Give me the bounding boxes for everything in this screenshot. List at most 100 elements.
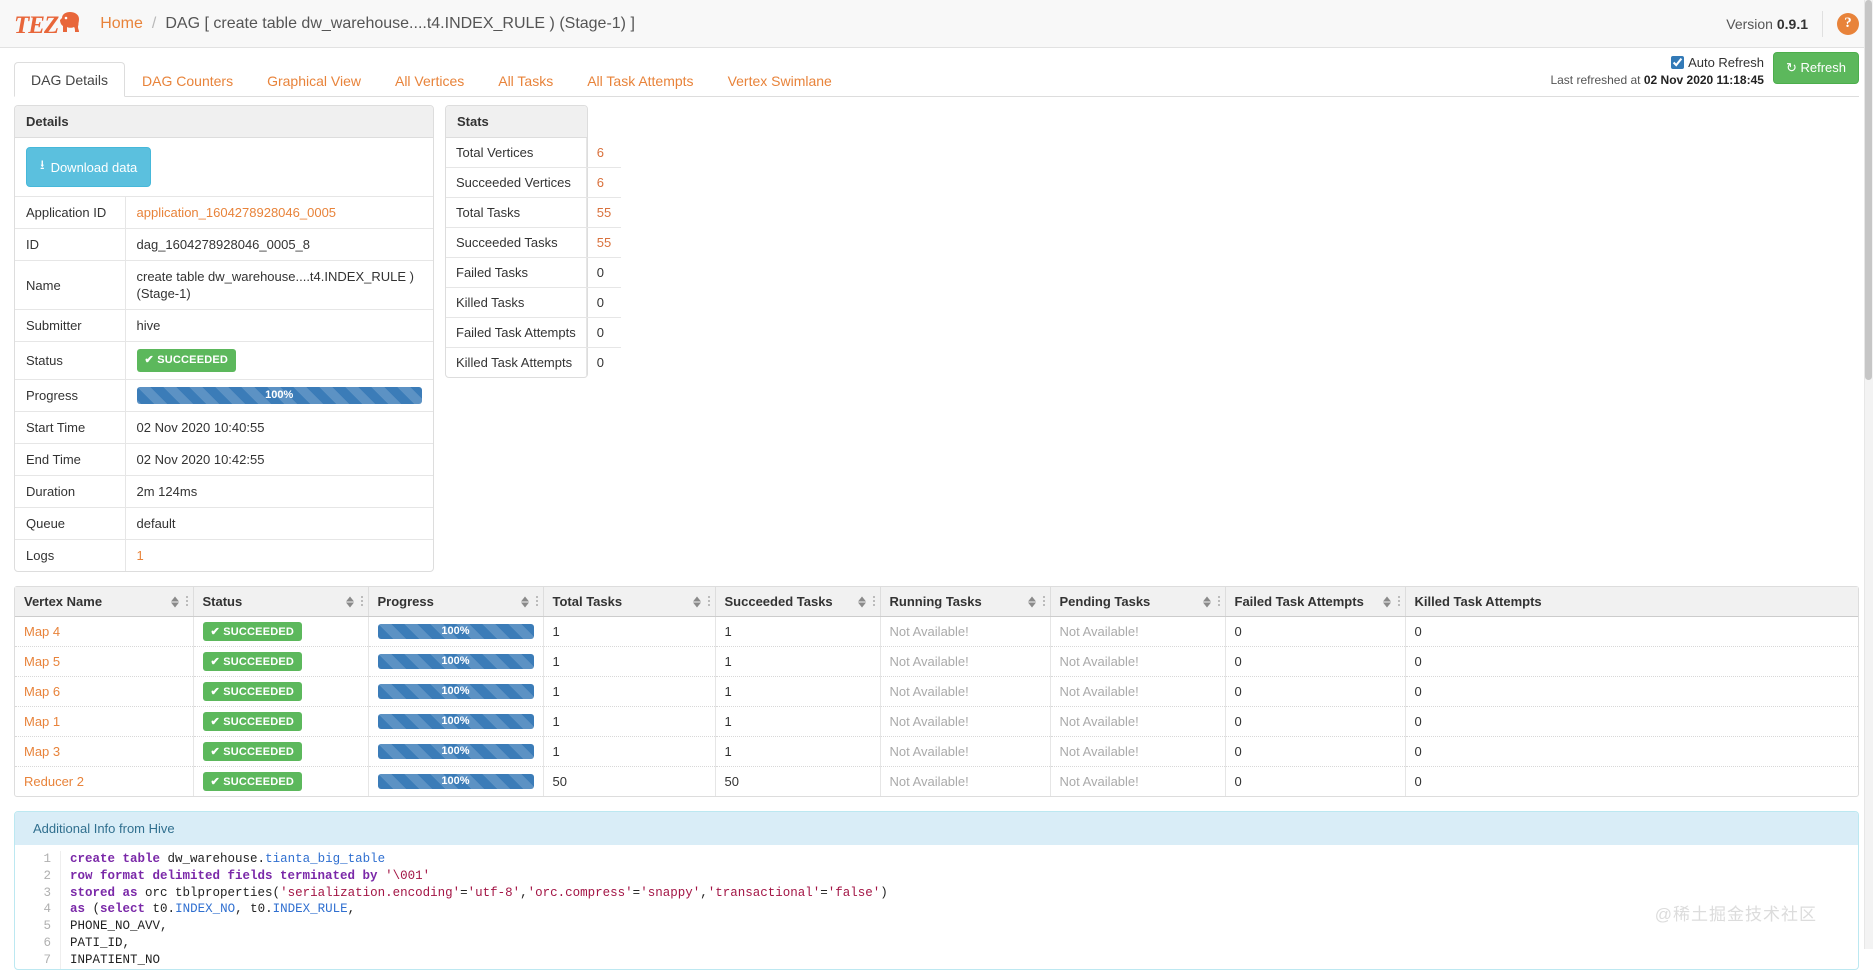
vertex-running-tasks-cell: Not Available!	[880, 676, 1051, 707]
column-header-vertex-name[interactable]: Vertex Name	[15, 587, 194, 617]
elephant-icon	[56, 9, 82, 40]
column-header-killed-task-attempts[interactable]: Killed Task Attempts	[1405, 587, 1858, 617]
column-header-failed-task-attempts[interactable]: Failed Task Attempts	[1225, 587, 1406, 617]
page-scrollbar-thumb[interactable]	[1865, 0, 1872, 380]
vertex-succeeded-tasks-cell: 1	[715, 646, 881, 677]
tab-all-task-attempts[interactable]: All Task Attempts	[570, 63, 710, 97]
table-row[interactable]: Map 6 ✔ SUCCEEDED 100% 1 1 Not Available…	[15, 676, 1858, 707]
stats-panel: Stats Total Vertices 6 Succeeded Vertice…	[445, 105, 622, 378]
column-resize-handle[interactable]	[1397, 595, 1400, 608]
vertex-progress-bar: 100%	[377, 654, 534, 669]
application-id-link[interactable]: application_1604278928046_0005	[137, 205, 337, 220]
vertex-progress-bar: 100%	[377, 714, 534, 729]
details-value: hive	[125, 309, 433, 342]
details-key: End Time	[15, 443, 126, 476]
table-row[interactable]: Map 1 ✔ SUCCEEDED 100% 1 1 Not Available…	[15, 706, 1858, 737]
details-value: default	[125, 507, 433, 540]
vertex-total-tasks-cell: 50	[543, 766, 716, 796]
vertex-status-cell: ✔ SUCCEEDED	[193, 676, 369, 707]
vertex-killed-task-attempts-cell: 0	[1405, 676, 1858, 707]
logs-link[interactable]: 1	[137, 548, 144, 563]
stats-value[interactable]: 55	[585, 227, 622, 258]
vertex-total-tasks-cell: 1	[543, 616, 716, 647]
stats-value[interactable]: 55	[585, 197, 622, 228]
sort-icon[interactable]	[520, 596, 529, 607]
stats-value: 0	[585, 317, 622, 348]
vertex-name-cell: Map 5	[15, 646, 194, 677]
vertex-failed-task-attempts-cell: 0	[1225, 736, 1406, 767]
table-row[interactable]: Map 3 ✔ SUCCEEDED 100% 1 1 Not Available…	[15, 736, 1858, 767]
refresh-button[interactable]: ↻ Refresh	[1772, 52, 1859, 84]
vertex-progress-bar: 100%	[377, 684, 534, 699]
vertex-name-link[interactable]: Map 6	[24, 684, 60, 699]
sort-icon[interactable]	[1382, 596, 1391, 607]
column-resize-handle[interactable]	[707, 595, 710, 608]
vertex-name-link[interactable]: Reducer 2	[24, 774, 84, 789]
column-header-total-tasks[interactable]: Total Tasks	[543, 587, 716, 617]
stats-row-total-vertices: Total Vertices 6	[446, 138, 622, 168]
tab-all-vertices[interactable]: All Vertices	[378, 63, 481, 97]
stats-row-failed-task-attempts: Failed Task Attempts 0	[446, 317, 622, 348]
vertex-name-link[interactable]: Map 4	[24, 624, 60, 639]
sort-icon[interactable]	[1202, 596, 1211, 607]
column-resize-handle[interactable]	[360, 595, 363, 608]
table-row[interactable]: Map 4 ✔ SUCCEEDED 100% 1 1 Not Available…	[15, 616, 1858, 647]
question-mark-icon[interactable]: ?	[1837, 12, 1859, 35]
vertex-name-link[interactable]: Map 1	[24, 714, 60, 729]
stats-value[interactable]: 6	[585, 167, 622, 198]
vertex-total-tasks-cell: 1	[543, 736, 716, 767]
tab-vertex-swimlane[interactable]: Vertex Swimlane	[711, 63, 849, 97]
column-resize-handle[interactable]	[185, 595, 188, 608]
sort-icon[interactable]	[345, 596, 354, 607]
vertex-killed-task-attempts-cell: 0	[1405, 646, 1858, 677]
table-row[interactable]: Map 5 ✔ SUCCEEDED 100% 1 1 Not Available…	[15, 646, 1858, 677]
stats-key: Killed Task Attempts	[456, 355, 573, 370]
tab-dag-details[interactable]: DAG Details	[14, 62, 126, 97]
stats-key: Total Tasks	[446, 197, 587, 228]
hive-info-title: Additional Info from Hive	[15, 812, 1858, 845]
vertex-succeeded-tasks-cell: 1	[715, 706, 881, 737]
column-resize-handle[interactable]	[1042, 595, 1045, 608]
page-scrollbar[interactable]	[1864, 0, 1873, 949]
vertex-name-link[interactable]: Map 5	[24, 654, 60, 669]
vertex-killed-task-attempts-cell: 0	[1405, 736, 1858, 767]
column-resize-handle[interactable]	[535, 595, 538, 608]
column-header-succeeded-tasks[interactable]: Succeeded Tasks	[715, 587, 881, 617]
sort-icon[interactable]	[692, 596, 701, 607]
sort-icon[interactable]	[1027, 596, 1036, 607]
sort-icon[interactable]	[857, 596, 866, 607]
column-header-status[interactable]: Status	[193, 587, 369, 617]
column-header-progress[interactable]: Progress	[368, 587, 544, 617]
code-line: 7 INPATIENT_NO	[15, 951, 1858, 969]
details-value: 02 Nov 2020 10:40:55	[125, 411, 433, 444]
stats-table: Total Vertices 6 Succeeded Vertices 6 To…	[446, 138, 622, 377]
hive-info-panel: Additional Info from Hive 1 create table …	[14, 811, 1859, 970]
tab-graphical-view[interactable]: Graphical View	[250, 63, 378, 97]
tab-all-tasks[interactable]: All Tasks	[481, 63, 570, 97]
code-line: 5 PHONE_NO_AVV,	[15, 918, 1858, 935]
vertex-progress-bar: 100%	[377, 624, 534, 639]
table-row[interactable]: Reducer 2 ✔ SUCCEEDED 100% 50 50 Not Ava…	[15, 766, 1858, 796]
download-data-button[interactable]: ⭳ Download data	[26, 147, 152, 187]
status-badge: ✔ SUCCEEDED	[202, 652, 303, 671]
column-resize-handle[interactable]	[872, 595, 875, 608]
details-key: Progress	[15, 379, 126, 412]
tez-logo[interactable]: TEZ	[14, 9, 82, 38]
breadcrumb-home-link[interactable]: Home	[100, 15, 143, 33]
auto-refresh-toggle[interactable]: Auto Refresh	[1550, 55, 1764, 70]
vertex-name-link[interactable]: Map 3	[24, 744, 60, 759]
vertex-progress-cell: 100%	[368, 766, 544, 796]
vertex-total-tasks-cell: 1	[543, 676, 716, 707]
status-badge-label: SUCCEEDED	[157, 354, 229, 366]
vertex-progress-fill: 100%	[377, 684, 534, 699]
column-header-running-tasks[interactable]: Running Tasks	[880, 587, 1051, 617]
tab-dag-counters[interactable]: DAG Counters	[125, 63, 250, 97]
details-key: Duration	[15, 475, 126, 508]
stats-value[interactable]: 6	[585, 138, 622, 168]
column-resize-handle[interactable]	[1217, 595, 1220, 608]
details-value: 1	[125, 540, 433, 572]
auto-refresh-checkbox[interactable]	[1671, 56, 1685, 69]
details-row-logs: Logs 1	[15, 539, 433, 572]
column-header-pending-tasks[interactable]: Pending Tasks	[1050, 587, 1226, 617]
sort-icon[interactable]	[170, 596, 179, 607]
